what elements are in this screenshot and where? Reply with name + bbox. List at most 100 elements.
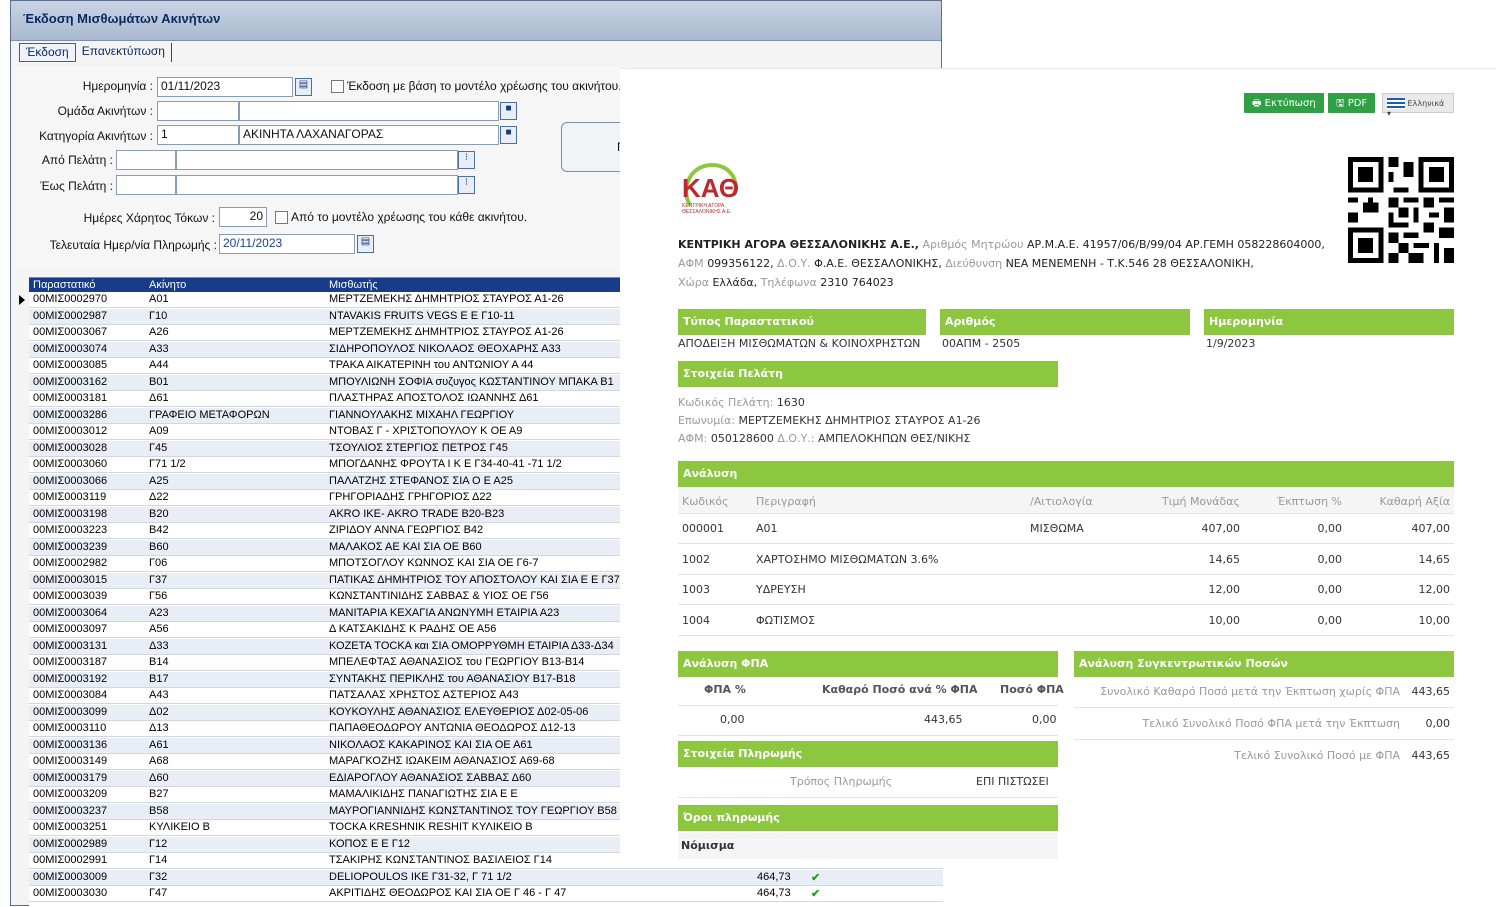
tab-reprint[interactable]: Επανεκτύπωση bbox=[76, 43, 172, 62]
table-cell: Γ12 bbox=[149, 837, 168, 850]
row-pointer-icon bbox=[19, 295, 25, 305]
analysis-cell: 12,00 bbox=[1418, 583, 1451, 596]
last-payment-field[interactable]: 20/11/2023 bbox=[219, 234, 355, 254]
category-code-field[interactable]: 1 bbox=[157, 125, 239, 145]
table-cell: 00ΜΙΣ0002991 bbox=[33, 854, 108, 866]
table-cell: 00ΜΙΣ0003223 bbox=[33, 524, 108, 536]
analysis-row: 000001 Α01 ΜΙΣΘΩΜΑ 407,00 0,00 407,00 bbox=[678, 514, 1454, 544]
table-cell: ΖΙΡΙΔΟΥ ΑΝΝΑ ΓΕΩΡΓΙΟΣ Β42 bbox=[329, 524, 484, 536]
doc-type-value: ΑΠΟΔΕΙΞΗ ΜΙΣΘΩΜΑΤΩΝ & ΚΟΙΝΟΧΡΗΣΤΩΝ bbox=[678, 337, 921, 350]
svg-text:ΘΕΣΣΑΛΟΝΙΚΗΣ Α.Ε.: ΘΕΣΣΑΛΟΝΙΚΗΣ Α.Ε. bbox=[682, 209, 731, 215]
table-cell: 00ΜΙΣ0003030 bbox=[33, 887, 108, 899]
table-cell: 00ΜΙΣ0003237 bbox=[33, 804, 108, 817]
table-cell: ΠΑΤΙΚΑΣ ΔΗΜΗΤΡΙΟΣ ΤΟΥ ΑΠΟΣΤΟΛΟΥ ΚΑΙ ΣΙΑ … bbox=[329, 573, 629, 586]
calendar-icon[interactable]: ▤ bbox=[295, 78, 312, 96]
table-cell: Γ10 bbox=[149, 309, 168, 322]
table-cell: 00ΜΙΣ0003084 bbox=[33, 689, 108, 701]
from-client-label: Από Πελάτη : bbox=[41, 153, 113, 167]
total-value: 443,65 bbox=[1411, 685, 1451, 698]
table-cell: ΜΑΛΑΚΟΣ ΑΕ ΚΑΙ ΣΙΑ ΟΕ Β60 bbox=[329, 540, 482, 553]
analysis-cell: 10,00 bbox=[1418, 613, 1451, 627]
col-tenant[interactable]: Μισθωτής bbox=[329, 279, 378, 291]
table-cell: 00ΜΙΣ0003099 bbox=[33, 705, 108, 718]
table-cell: Δ22 bbox=[149, 491, 169, 503]
grace-model-checkbox[interactable] bbox=[275, 211, 288, 224]
table-cell: 00ΜΙΣ0003198 bbox=[33, 507, 108, 520]
language-select[interactable]: Ελληνικά ▾ bbox=[1382, 93, 1454, 118]
table-cell: ΚΥΛΙΚΕΙΟ Β bbox=[149, 821, 210, 833]
receipt-document: 🖶 Εκτύπωση 🖫 PDF Ελληνικά ▾ ΚΑΘ ΚΕΝΤΡΙΚΗ… bbox=[620, 68, 1496, 868]
table-cell: Β20 bbox=[149, 507, 169, 520]
analysis-cell: ΦΩΤΙΣΜΟΣ bbox=[756, 613, 816, 627]
table-cell: Δ60 bbox=[149, 771, 169, 784]
group-code-field[interactable] bbox=[157, 101, 239, 121]
print-button[interactable]: 🖶 Εκτύπωση bbox=[1244, 93, 1324, 113]
company-logo: ΚΑΘ ΚΕΝΤΡΙΚΗ ΑΓΟΡΑ ΘΕΣΣΑΛΟΝΙΚΗΣ Α.Ε. bbox=[676, 159, 744, 219]
to-client-dropdown-button[interactable]: ⁝ bbox=[458, 176, 475, 194]
table-row[interactable]: 00ΜΙΣ0003030 Γ47 ΑΚΡΙΤΙΔΗΣ ΘΕΟΔΩΡΟΣ ΚΑΙ ΣΙ… bbox=[29, 886, 943, 902]
table-cell: ΝΤΟΒΑΣ Γ - ΧΡΙΣΤΟΠΟΥΛΟΥ Κ ΟΕ Α9 bbox=[329, 425, 523, 437]
table-cell: 00ΜΙΣ0003149 bbox=[33, 755, 108, 767]
table-cell: ΤΡΑΚΑ ΑΙΚΑΤΕΡΙΝΗ του ΑΝΤΩΝΙΟΥ Α 44 bbox=[329, 359, 534, 371]
table-cell: Δ02 bbox=[149, 705, 169, 718]
grace-days-field[interactable]: 20 bbox=[219, 207, 267, 227]
check-icon: ✔ bbox=[811, 871, 821, 884]
category-name-field[interactable]: ΑΚΙΝΗΤΑ ΛΑΧΑΝΑΓΟΡΑΣ bbox=[239, 125, 499, 145]
table-row[interactable]: 00ΜΙΣ0003009 Γ32 DELIOPOULOS ΙΚΕ Γ31-32, Γ… bbox=[29, 869, 943, 886]
calendar-icon-2[interactable]: ▤ bbox=[357, 235, 374, 253]
table-cell: 00ΜΙΣ0003286 bbox=[33, 408, 108, 421]
table-cell: 00ΜΙΣ0003179 bbox=[33, 771, 108, 784]
table-cell: Α44 bbox=[149, 359, 169, 371]
category-lookup-button[interactable]: ■ bbox=[500, 126, 517, 144]
doc-number-header: Αριθμός bbox=[940, 309, 1190, 335]
table-cell: Γ45 bbox=[149, 441, 168, 454]
col-document[interactable]: Παραστατικό bbox=[33, 279, 96, 291]
table-cell: ΝΙΚΟΛΑΟΣ ΚΑΚΑΡΙΝΟΣ ΚΑΙ ΣΙΑ ΟΕ Α61 bbox=[329, 738, 533, 751]
from-client-dropdown-button[interactable]: ⁝ bbox=[458, 151, 475, 169]
analysis-cell: 0,00 bbox=[1317, 522, 1343, 535]
to-client-name-field[interactable] bbox=[176, 175, 458, 195]
amount-cell: 464,73 bbox=[757, 887, 791, 899]
total-value: 443,65 bbox=[1411, 749, 1451, 762]
group-label: Ομάδα Ακινήτων : bbox=[57, 104, 153, 118]
table-cell: Γ71 1/2 bbox=[149, 458, 186, 470]
table-cell: Β60 bbox=[149, 540, 169, 553]
table-cell: 00ΜΙΣ0002970 bbox=[33, 293, 108, 305]
table-cell: ΠΑΤΣΑΛΑΣ ΧΡΗΣΤΟΣ ΑΣΤΕΡΙΟΣ Α43 bbox=[329, 689, 519, 701]
table-cell: 00ΜΙΣ0003136 bbox=[33, 738, 108, 751]
model-checkbox-label: Έκδοση με βάση το μοντέλο χρέωσης του ακ… bbox=[347, 79, 622, 93]
table-cell: ΜΠΟΥΛΙΩΝΗ ΣΟΦΙΑ συζυγος ΚΩΣΤΑΝΤΙΝΟΥ ΜΠΑΚ… bbox=[329, 375, 614, 388]
terms-header: Όροι πληρωμής bbox=[678, 805, 1058, 831]
payment-method-label: Τρόπος Πληρωμής bbox=[790, 775, 893, 788]
table-cell: 00ΜΙΣ0003110 bbox=[33, 722, 107, 734]
col-property[interactable]: Ακίνητο bbox=[149, 279, 186, 291]
table-cell: 00ΜΙΣ0002987 bbox=[33, 309, 108, 322]
grace-model-label: Από το μοντέλο χρέωσης του κάθε ακινήτου… bbox=[291, 210, 528, 224]
group-lookup-button[interactable]: ■ bbox=[500, 102, 517, 120]
to-client-code-field[interactable] bbox=[116, 175, 176, 195]
tab-issue[interactable]: Έκδοση bbox=[19, 43, 76, 62]
analysis-header: Ανάλυση bbox=[678, 461, 1454, 487]
table-cell: ΚΟΖΕΤΑ TOCKA και ΣΙΑ ΟΜΟΡΡΥΘΜΗ ΕΤΑΙΡΙΑ Δ… bbox=[329, 639, 614, 652]
table-cell: ΠΛΑΣΤΗΡΑΣ ΑΠΟΣΤΟΛΟΣ ΙΩΑΝΝΗΣ Δ61 bbox=[329, 392, 539, 404]
date-field[interactable]: 01/11/2023 bbox=[157, 77, 293, 97]
from-client-name-field[interactable] bbox=[176, 150, 458, 170]
table-cell: Α56 bbox=[149, 623, 169, 635]
table-cell: ΜΑΝΙΤΑΡΙΑ ΚΕΧΑΓΙΑ ΑΝΩΝΥΜΗ ΕΤΑΙΡΙΑ Α23 bbox=[329, 606, 560, 619]
from-client-code-field[interactable] bbox=[116, 150, 176, 170]
table-cell: 00ΜΙΣ0003064 bbox=[33, 606, 108, 619]
pdf-button[interactable]: 🖫 PDF bbox=[1328, 93, 1376, 113]
payment-header: Στοιχεία Πληρωμής bbox=[678, 741, 1058, 767]
table-cell: ΚΟΥΚΟΥΛΗΣ ΑΘΑΝΑΣΙΟΣ ΕΛΕΥΘΕΡΙΟΣ Δ02-05-06 bbox=[329, 705, 589, 718]
table-cell: ΜΑΡΑΓΚΟΖΗΣ ΙΩΑΚΕΙΜ ΑΘΑΝΑΣΙΟΣ Α69-68 bbox=[329, 755, 555, 767]
table-cell: 00ΜΙΣ0003162 bbox=[33, 375, 108, 388]
model-checkbox[interactable] bbox=[331, 80, 344, 93]
group-name-field[interactable] bbox=[239, 101, 499, 121]
table-cell: ΕΔΙΑΡΟΓΛΟΥ ΑΘΑΝΑΣΙΟΣ ΣΑΒΒΑΣ Δ60 bbox=[329, 771, 532, 784]
table-cell: ΣΥΝΤΑΚΗΣ ΠΕΡΙΚΛΗΣ του ΑΘΑΝΑΣΙΟΥ Β17-Β18 bbox=[329, 672, 576, 685]
table-cell: Γ56 bbox=[149, 590, 168, 602]
table-cell: Β27 bbox=[149, 788, 169, 800]
table-cell: AKRO IKE- AKRO TRADE B20-B23 bbox=[329, 507, 505, 520]
table-cell: Β17 bbox=[149, 672, 169, 685]
svg-text:ΚΑΘ: ΚΑΘ bbox=[682, 173, 739, 203]
